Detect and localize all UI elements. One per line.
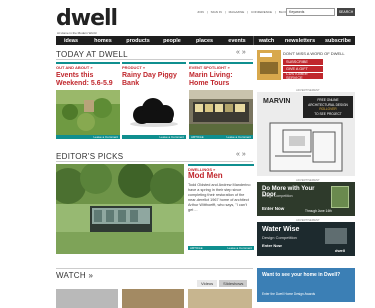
nav-homes[interactable]: homes xyxy=(86,36,120,45)
awards-ad-title: Want to see your home in Dwell? xyxy=(262,272,341,278)
card-events-image[interactable] xyxy=(56,90,120,135)
water-ad-cta: Enter Now xyxy=(262,243,282,248)
picks-title[interactable]: Mod Men xyxy=(188,172,223,180)
door-ad-cta: Enter Now xyxy=(262,206,285,211)
marvin-line: TO SEE PROJECT xyxy=(314,111,342,116)
card-marin[interactable]: EVENT SPOTLIGHT » Marin Living: Home Tou… xyxy=(189,62,253,88)
dwell-logo[interactable]: dwell xyxy=(56,6,118,31)
garden-photo xyxy=(56,90,120,135)
watch-thumb[interactable] xyxy=(56,289,118,308)
nav-subscribe[interactable]: subscribe xyxy=(321,36,355,45)
card-label[interactable]: EVENT SPOTLIGHT » xyxy=(189,65,253,70)
magazine-cover[interactable] xyxy=(257,50,281,80)
card-piggy-image[interactable] xyxy=(122,90,186,135)
search-button[interactable]: SEARCH xyxy=(337,8,355,16)
door-competition-ad[interactable]: Do More with Your Door Design Competitio… xyxy=(257,182,355,216)
water-ad-sub: Design Competition xyxy=(262,235,297,240)
watch-thumb[interactable] xyxy=(188,289,252,308)
door-image xyxy=(331,186,349,208)
door-ad-sub: Design Competition xyxy=(262,194,293,198)
marvin-promo: FREE ONLINE ARCHITECTURAL DESIGN ROLLOVE… xyxy=(303,96,353,118)
card-label[interactable]: OUT AND ABOUT » xyxy=(56,65,120,70)
picks-footer: ARTICLE Leave a Comment xyxy=(188,246,254,250)
subscribe-link[interactable]: SUBSCRIBE xyxy=(283,59,323,65)
picks-arrows[interactable]: « » xyxy=(236,151,246,158)
card-topbar xyxy=(122,62,186,64)
door-ad-date: Through June 14th xyxy=(305,209,332,213)
card-topbar xyxy=(56,62,120,64)
picks-image[interactable] xyxy=(56,164,184,254)
card-piggy[interactable]: PRODUCT » Rainy Day Piggy Bank xyxy=(122,62,186,88)
picks-heading: EDITOR'S PICKS xyxy=(56,152,124,161)
comment-link[interactable]: Leave a Comment xyxy=(227,246,252,250)
home-awards-ad[interactable]: Want to see your home in Dwell? Enter th… xyxy=(257,268,355,302)
top-links: JOIN | SIGN IN | MAGAZINE | CONFERENCE | BLO… xyxy=(197,10,288,14)
today-arrows[interactable]: « » xyxy=(236,49,246,56)
sign-in-link[interactable]: SIGN IN xyxy=(211,10,222,14)
magazine-link[interactable]: MAGAZINE xyxy=(229,10,245,14)
card-title[interactable]: Rainy Day Piggy Bank xyxy=(122,72,186,88)
card-events[interactable]: OUT AND ABOUT » Events this Weekend: 5.6… xyxy=(56,62,120,88)
nav-places[interactable]: places xyxy=(188,36,221,45)
comment-link[interactable]: Leave a Comment xyxy=(56,135,120,139)
nav-newsletters[interactable]: newsletters xyxy=(279,36,321,45)
marvin-brand: MARVIN xyxy=(263,98,291,105)
watch-thumb[interactable] xyxy=(122,289,184,308)
watch-heading[interactable]: WATCH » xyxy=(56,271,93,280)
magazine-cover-image xyxy=(257,50,281,80)
faucet-image xyxy=(325,228,347,244)
card-title[interactable]: Marin Living: Home Tours xyxy=(189,72,253,88)
house-photo xyxy=(189,90,253,135)
watch-tabs: Videos Slideshows xyxy=(197,280,248,287)
main-nav: ideas homes products people places event… xyxy=(56,36,355,45)
divider xyxy=(56,161,253,162)
watch-strip xyxy=(56,289,253,308)
nav-watch[interactable]: watch xyxy=(253,36,279,45)
tagline: At Home in the Modern World xyxy=(57,31,97,35)
comment-link[interactable]: Leave a Comment xyxy=(122,135,186,139)
tab-slideshows[interactable]: Slideshows xyxy=(219,280,248,287)
card-marin-image[interactable] xyxy=(189,90,253,135)
mod-men-house-photo xyxy=(56,164,184,254)
join-link[interactable]: JOIN xyxy=(197,10,204,14)
tab-videos[interactable]: Videos xyxy=(197,280,218,287)
article-tag: ARTICLE xyxy=(191,135,204,139)
divider xyxy=(56,268,253,269)
conference-link[interactable]: CONFERENCE xyxy=(251,10,272,14)
floorplan-drawing xyxy=(269,122,343,172)
comment-link[interactable]: Leave a Comment xyxy=(226,135,251,139)
picks-topbar xyxy=(188,164,254,166)
search-input[interactable] xyxy=(286,8,335,16)
card-topbar xyxy=(189,62,253,64)
water-wise-ad[interactable]: Water Wise Design Competition Enter Now … xyxy=(257,222,355,256)
marvin-ad[interactable]: MARVIN FREE ONLINE ARCHITECTURAL DESIGN … xyxy=(257,92,355,176)
card-label[interactable]: PRODUCT » xyxy=(122,65,186,70)
nav-people[interactable]: people xyxy=(156,36,188,45)
today-heading: TODAY AT DWELL xyxy=(56,50,128,59)
cloud-piggy-bank xyxy=(130,98,178,127)
card-footer: ARTICLE Leave a Comment xyxy=(189,135,253,139)
picks-body: Todd Oldsted and Andrew Manderino have a… xyxy=(188,183,251,212)
newsletter-promo: DON'T MISS A WORD OF DWELL xyxy=(283,51,345,56)
card-title[interactable]: Events this Weekend: 5.6-5.9 xyxy=(56,72,120,88)
nav-events[interactable]: events xyxy=(221,36,253,45)
article-tag: ARTICLE xyxy=(190,246,203,250)
water-ad-brand: dwell xyxy=(335,248,346,253)
customer-service-link[interactable]: CUSTOMER SERVICE xyxy=(283,72,323,80)
nav-ideas[interactable]: ideas xyxy=(56,36,86,45)
nav-products[interactable]: products xyxy=(120,36,156,45)
water-ad-title: Water Wise xyxy=(262,226,300,233)
divider xyxy=(56,59,253,60)
awards-ad-cta: Enter the Dwell Home Design Awards xyxy=(262,292,316,296)
